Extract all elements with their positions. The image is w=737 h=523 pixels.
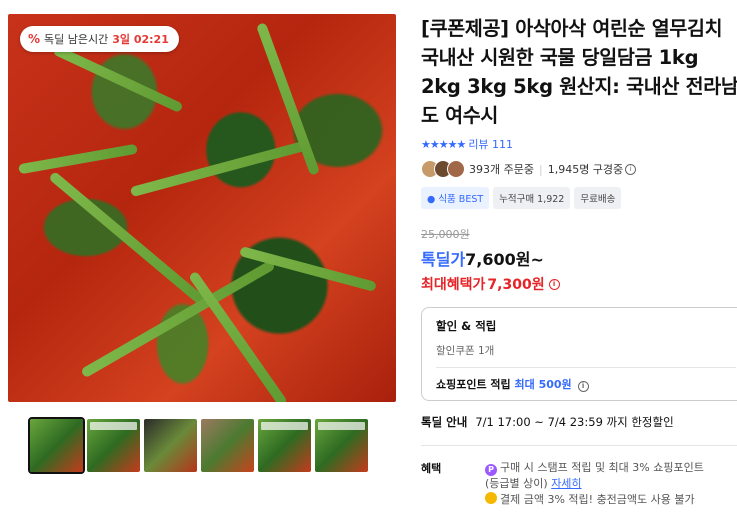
sale-price-label: 톡딜가 [421,250,466,269]
coin-icon [485,492,497,504]
tag-cumulative-purchase: 누적구매 1,922 [493,187,571,209]
discount-benefit-box: 할인 & 적립 할인쿠폰 1개 쇼핑포인트 적립 최대 500원 i [421,307,737,401]
point-icon: P [485,464,497,476]
coupon-count[interactable]: 할인쿠폰 1개 [436,343,736,358]
info-icon[interactable]: i [625,163,637,175]
product-info: [쿠폰제공] 아삭아삭 여린순 열무김치 국내산 시원한 국물 당일담금 1kg… [421,14,737,508]
max-benefit-value: 7,300원 [487,277,545,293]
info-icon[interactable]: i [577,381,589,392]
divider [421,445,737,446]
orders-count: 393개 주문중 [469,163,534,176]
perks-row: 혜택 P 구매 시 스탬프 적립 및 최대 3% 쇼핑포인트 (등급별 상이) 자… [421,460,737,508]
deal-timer-badge: % 독딜 남은시간 3일 02:21 [20,26,179,52]
tag-food-best: ● 식품 BEST [421,187,490,209]
viewers-count: 1,945명 구경중 [547,163,624,176]
thumbnail-1[interactable] [28,417,85,474]
point-reward-label: 쇼핑포인트 적립 [436,378,511,391]
perk-line-1: 구매 시 스탬프 적립 및 최대 3% 쇼핑포인트 [500,461,704,474]
social-proof-row: 393개 주문중 | 1,945명 구경중 i [421,160,737,178]
point-reward-row: 쇼핑포인트 적립 최대 500원 i [436,376,736,392]
product-main-image[interactable]: % 독딜 남은시간 3일 02:21 [8,14,396,402]
thumbnail-2[interactable] [87,419,140,472]
avatar [447,160,465,178]
deal-timer-label: 독딜 남은시간 [44,33,109,46]
deal-info-label: 톡딜 안내 [421,415,468,429]
review-count-link[interactable]: 리뷰 111 [468,136,513,152]
thumbnail-5[interactable] [258,419,311,472]
thumbnail-3[interactable] [144,419,197,472]
original-price: 25,000원 [421,228,470,241]
max-benefit-label: 최대혜택가 [421,277,486,293]
point-reward-value: 최대 500원 [514,378,572,391]
thumbnail-strip [28,417,396,474]
product-title: [쿠폰제공] 아삭아삭 여린순 열무김치 국내산 시원한 국물 당일담금 1kg… [421,17,737,127]
deal-info-row: 톡딜 안내 7/1 17:00 ~ 7/4 23:59 까지 한정할인 [421,414,737,430]
star-rating-icon: ★★★★★ [421,137,466,151]
deal-timer-value: 3일 02:21 [112,33,169,46]
product-gallery: % 독딜 남은시간 3일 02:21 [8,14,396,474]
deal-info-value: 7/1 17:00 ~ 7/4 23:59 까지 한정할인 [475,415,674,429]
thumbnail-4[interactable] [201,419,254,472]
tag-free-shipping: 무료배송 [574,187,622,209]
benefit-box-title: 할인 & 적립 [436,319,497,333]
rating-row[interactable]: ★★★★★ 리뷰 111 [421,136,737,152]
thumbnail-6[interactable] [315,419,368,472]
sale-price-row: 톡딜가 7,600원~ [421,246,737,270]
divider [436,367,736,368]
details-link[interactable]: 자세히 [551,477,581,490]
max-benefit-row: 최대혜택가 7,300원 i [421,274,737,294]
perk-line-3: 결제 금액 3% 적립! 충전금액도 사용 불가 [500,493,695,506]
perks-label: 혜택 [421,462,442,475]
sale-price-value: 7,600원~ [465,250,544,269]
perk-line-2: (등급별 상이) [485,477,548,490]
divider: | [538,162,543,176]
perks-body: P 구매 시 스탬프 적립 및 최대 3% 쇼핑포인트 (등급별 상이) 자세히 … [485,460,704,508]
percent-icon: % [28,32,41,46]
product-tags: ● 식품 BEST 누적구매 1,922 무료배송 [421,187,737,209]
buyer-avatars [421,160,465,178]
info-icon[interactable]: i [548,278,560,290]
